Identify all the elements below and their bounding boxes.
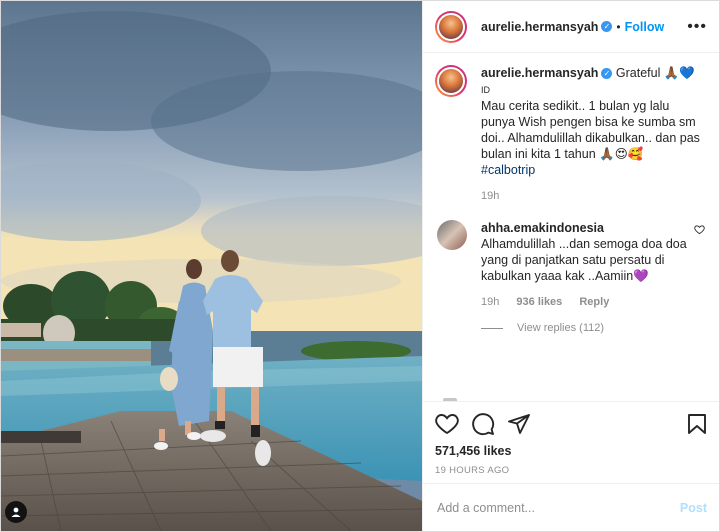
follow-button[interactable]: Follow [625, 20, 665, 34]
comment-content: ahha.emakindonesia Alhamdulillah ...dan … [481, 220, 694, 308]
post-photo[interactable] [1, 1, 422, 531]
caption-second-line: ID [481, 85, 490, 95]
comment-text: ahha.emakindonesia Alhamdulillah ...dan … [481, 220, 694, 284]
comment-row: ahha.emakindonesia Alhamdulillah ...dan … [435, 220, 705, 308]
save-icon[interactable] [687, 413, 707, 435]
comment-body: Alhamdulillah ...dan semoga doa doa yang… [481, 237, 687, 283]
post-time-ago[interactable]: 19 HOURS AGO [435, 465, 707, 476]
comments-panel[interactable]: aurelie.hermansyah ✓ Grateful 🙏🏾💙 ID Mau … [423, 53, 719, 401]
reply-button[interactable]: Reply [579, 296, 609, 308]
action-icons [435, 410, 707, 438]
more-icon[interactable]: ••• [687, 18, 707, 35]
caption-content: aurelie.hermansyah ✓ Grateful 🙏🏾💙 ID Mau … [481, 65, 705, 202]
comment-likes[interactable]: 936 likes [516, 296, 562, 308]
caption-text: aurelie.hermansyah ✓ Grateful 🙏🏾💙 ID Mau … [481, 65, 705, 178]
user-tag-icon[interactable] [5, 501, 27, 523]
verified-icon: ✓ [601, 68, 613, 80]
caption-username[interactable]: aurelie.hermansyah [481, 66, 598, 80]
caption-body: Mau cerita sedikit.. 1 bulan yg lalu pun… [481, 99, 700, 161]
author-username[interactable]: aurelie.hermansyah [481, 20, 598, 34]
comment-time[interactable]: 19h [481, 296, 499, 308]
caption-time[interactable]: 19h [481, 190, 499, 202]
caption-row: aurelie.hermansyah ✓ Grateful 🙏🏾💙 ID Mau … [435, 65, 705, 202]
share-icon[interactable] [507, 413, 531, 435]
view-replies-label[interactable]: View replies (112) [517, 322, 604, 334]
verified-icon: ✓ [601, 21, 613, 32]
scroll-indicator [443, 398, 457, 401]
view-replies-line [481, 327, 503, 329]
caption-first-line: Grateful 🙏🏾💙 [615, 66, 695, 80]
comment-meta: 19h 936 likes Reply [481, 296, 694, 308]
action-bar: 571,456 likes 19 HOURS AGO [423, 401, 719, 483]
post-sidebar: aurelie.hermansyah ✓ • Follow ••• aureli… [422, 1, 719, 531]
post-header: aurelie.hermansyah ✓ • Follow ••• [423, 1, 719, 53]
caption-meta: 19h [481, 190, 705, 202]
likes-count[interactable]: 571,456 likes [435, 444, 707, 458]
comment-input[interactable] [437, 500, 680, 515]
author-avatar[interactable] [435, 10, 467, 43]
post-comment-button[interactable]: Post [680, 501, 707, 515]
post-dialog: aurelie.hermansyah ✓ • Follow ••• aureli… [0, 0, 720, 532]
photo-scene [1, 1, 422, 531]
add-comment-bar: Post [423, 483, 719, 531]
comment-icon[interactable] [471, 412, 495, 436]
view-replies-button[interactable]: View replies (112) [481, 322, 705, 334]
caption-hashtag[interactable]: #calbotrip [481, 163, 535, 177]
heart-icon[interactable] [435, 413, 459, 435]
commenter-avatar[interactable] [437, 220, 467, 250]
commenter-username[interactable]: ahha.emakindonesia [481, 221, 604, 235]
comment-like-heart-icon[interactable] [694, 220, 705, 308]
caption-avatar[interactable] [435, 65, 467, 97]
header-separator: • [616, 19, 621, 34]
